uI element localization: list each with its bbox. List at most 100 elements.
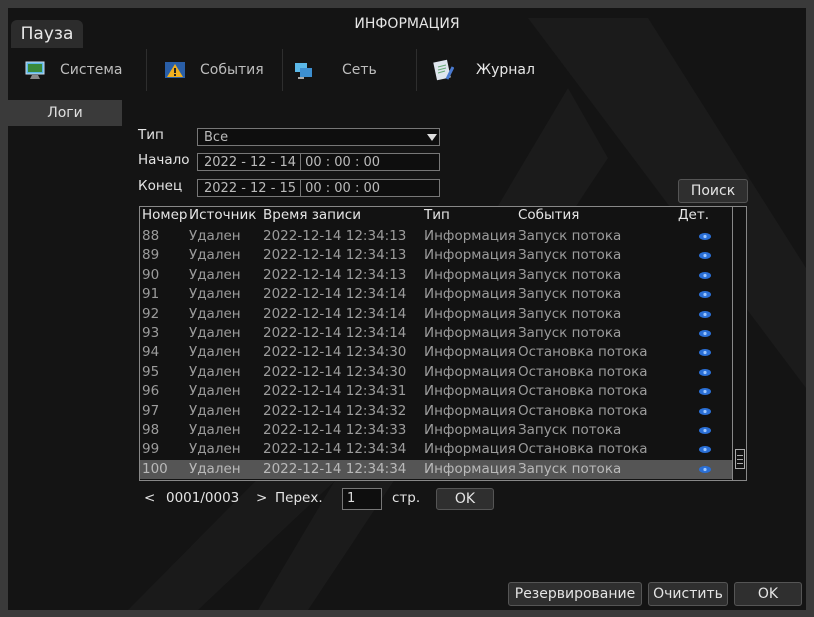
cell-source: Удален	[189, 228, 241, 244]
header-source: Источник	[189, 207, 257, 223]
cell-source: Удален	[189, 422, 241, 438]
cell-time: 2022-12-14 12:34:34	[263, 460, 407, 477]
window-title: ИНФОРМАЦИЯ	[354, 16, 460, 32]
cell-source: Удален	[189, 460, 241, 477]
cell-type: Информация	[424, 266, 516, 283]
details-eye-icon[interactable]	[699, 271, 711, 279]
end-date-value: 2022 - 12 - 15	[204, 181, 297, 196]
warning-icon	[165, 62, 185, 78]
scrollbar-thumb[interactable]	[735, 449, 745, 469]
details-eye-icon[interactable]	[699, 368, 711, 376]
table-row[interactable]: 98 Удален 2022-12-14 12:34:33 Информация Зап…	[140, 421, 732, 440]
table-row[interactable]: 95 Удален 2022-12-14 12:34:30 Информация Ост…	[140, 363, 732, 382]
header-type: Тип	[424, 207, 450, 223]
table-row[interactable]: 94 Удален 2022-12-14 12:34:30 Информация Ост…	[140, 343, 732, 362]
details-eye-icon[interactable]	[699, 446, 711, 454]
goto-page-input[interactable]: 1	[342, 488, 382, 510]
tab-network-label: Сеть	[342, 62, 377, 78]
header-event: События	[518, 207, 580, 223]
vertical-scrollbar[interactable]	[732, 207, 746, 480]
cell-source: Удален	[189, 247, 241, 264]
cell-type: Информация	[424, 402, 516, 419]
table-row[interactable]: 89 Удален 2022-12-14 12:34:13 Информация Зап…	[140, 246, 732, 265]
table-row[interactable]: 97 Удален 2022-12-14 12:34:32 Информация Ост…	[140, 402, 732, 421]
cell-time: 2022-12-14 12:34:34	[263, 441, 407, 458]
start-date-value: 2022 - 12 - 14	[204, 155, 297, 170]
next-page-button[interactable]: >	[256, 490, 267, 506]
table-row[interactable]: 88 Удален 2022-12-14 12:34:13 Информация Зап…	[140, 227, 732, 246]
start-time-value: 00 : 00 : 00	[305, 155, 381, 170]
table-row[interactable]: 90 Удален 2022-12-14 12:34:13 Информация Зап…	[140, 266, 732, 285]
table-row[interactable]: 92 Удален 2022-12-14 12:34:14 Информация Зап…	[140, 305, 732, 324]
cell-event: Запуск потока	[518, 422, 622, 438]
table-row[interactable]: 100 Удален 2022-12-14 12:34:34 Информация За…	[140, 459, 732, 480]
tab-events[interactable]: События	[164, 49, 264, 91]
cell-time: 2022-12-14 12:34:30	[263, 363, 407, 380]
cell-event: Запуск потока	[518, 247, 622, 264]
cell-source: Удален	[189, 344, 241, 361]
cell-source: Удален	[189, 325, 241, 341]
cell-time: 2022-12-14 12:34:31	[263, 383, 407, 400]
table-row[interactable]: 96 Удален 2022-12-14 12:34:31 Информация Ост…	[140, 382, 732, 401]
details-eye-icon[interactable]	[699, 407, 711, 415]
prev-page-button[interactable]: <	[144, 490, 155, 506]
tab-system-label: Система	[60, 62, 123, 78]
cell-source: Удален	[189, 363, 241, 380]
tab-system[interactable]: Система	[24, 49, 122, 91]
details-eye-icon[interactable]	[699, 349, 711, 357]
details-eye-icon[interactable]	[699, 291, 711, 299]
start-datetime-field[interactable]: 2022 - 12 - 14 00 : 00 : 00	[197, 153, 440, 171]
backup-button[interactable]: Резервирование	[508, 582, 642, 606]
log-table: Номер Источник Время записи Тип События …	[139, 206, 747, 481]
tab-network[interactable]: Сеть	[292, 49, 377, 91]
cell-type: Информация	[424, 422, 516, 438]
cell-source: Удален	[189, 383, 241, 400]
cell-num: 94	[142, 344, 160, 361]
tab-journal[interactable]: Журнал	[432, 49, 535, 91]
details-eye-icon[interactable]	[699, 330, 711, 337]
cell-num: 90	[142, 266, 160, 283]
tab-journal-label: Журнал	[476, 62, 535, 78]
chevron-down-icon	[427, 134, 437, 141]
sidebar-item-logs[interactable]: Логи	[8, 100, 122, 126]
details-eye-icon[interactable]	[699, 233, 711, 240]
details-eye-icon[interactable]	[699, 465, 711, 473]
cell-type: Информация	[424, 305, 516, 322]
page-unit-label: стр.	[392, 490, 421, 506]
cell-event: Запуск потока	[518, 286, 622, 303]
goto-ok-button[interactable]: OK	[436, 488, 494, 510]
table-header: Номер Источник Время записи Тип События …	[140, 207, 732, 227]
cell-event: Запуск потока	[518, 460, 622, 477]
cell-num: 92	[142, 305, 160, 322]
table-row[interactable]: 99 Удален 2022-12-14 12:34:34 Информация Ост…	[140, 440, 732, 459]
type-label: Тип	[138, 127, 164, 143]
clear-button[interactable]: Очистить	[648, 582, 728, 606]
table-row[interactable]: 93 Удален 2022-12-14 12:34:14 Информация Зап…	[140, 324, 732, 343]
cell-type: Информация	[424, 286, 516, 303]
cell-source: Удален	[189, 441, 241, 458]
cell-time: 2022-12-14 12:34:14	[263, 325, 407, 341]
cell-event: Остановка потока	[518, 402, 648, 419]
ok-button[interactable]: OK	[734, 582, 802, 606]
details-eye-icon[interactable]	[699, 427, 711, 434]
search-button[interactable]: Поиск	[678, 179, 748, 203]
details-eye-icon[interactable]	[699, 388, 711, 396]
cell-num: 93	[142, 325, 160, 341]
title-bar: Пауза ИНФОРМАЦИЯ	[8, 8, 806, 48]
end-datetime-field[interactable]: 2022 - 12 - 15 00 : 00 : 00	[197, 179, 440, 197]
cell-type: Информация	[424, 460, 516, 477]
start-label: Начало	[138, 152, 190, 168]
end-label: Конец	[138, 178, 183, 194]
type-dropdown[interactable]: Все	[197, 128, 440, 146]
cell-time: 2022-12-14 12:34:32	[263, 402, 407, 419]
cell-time: 2022-12-14 12:34:33	[263, 422, 407, 438]
cell-event: Остановка потока	[518, 441, 648, 458]
details-eye-icon[interactable]	[699, 252, 711, 260]
details-eye-icon[interactable]	[699, 310, 711, 318]
table-row[interactable]: 91 Удален 2022-12-14 12:34:14 Информация Зап…	[140, 285, 732, 304]
cell-num: 97	[142, 402, 160, 419]
cell-type: Информация	[424, 325, 516, 341]
cell-source: Удален	[189, 286, 241, 303]
header-details: Дет.	[678, 207, 710, 223]
cell-time: 2022-12-14 12:34:13	[263, 247, 407, 264]
